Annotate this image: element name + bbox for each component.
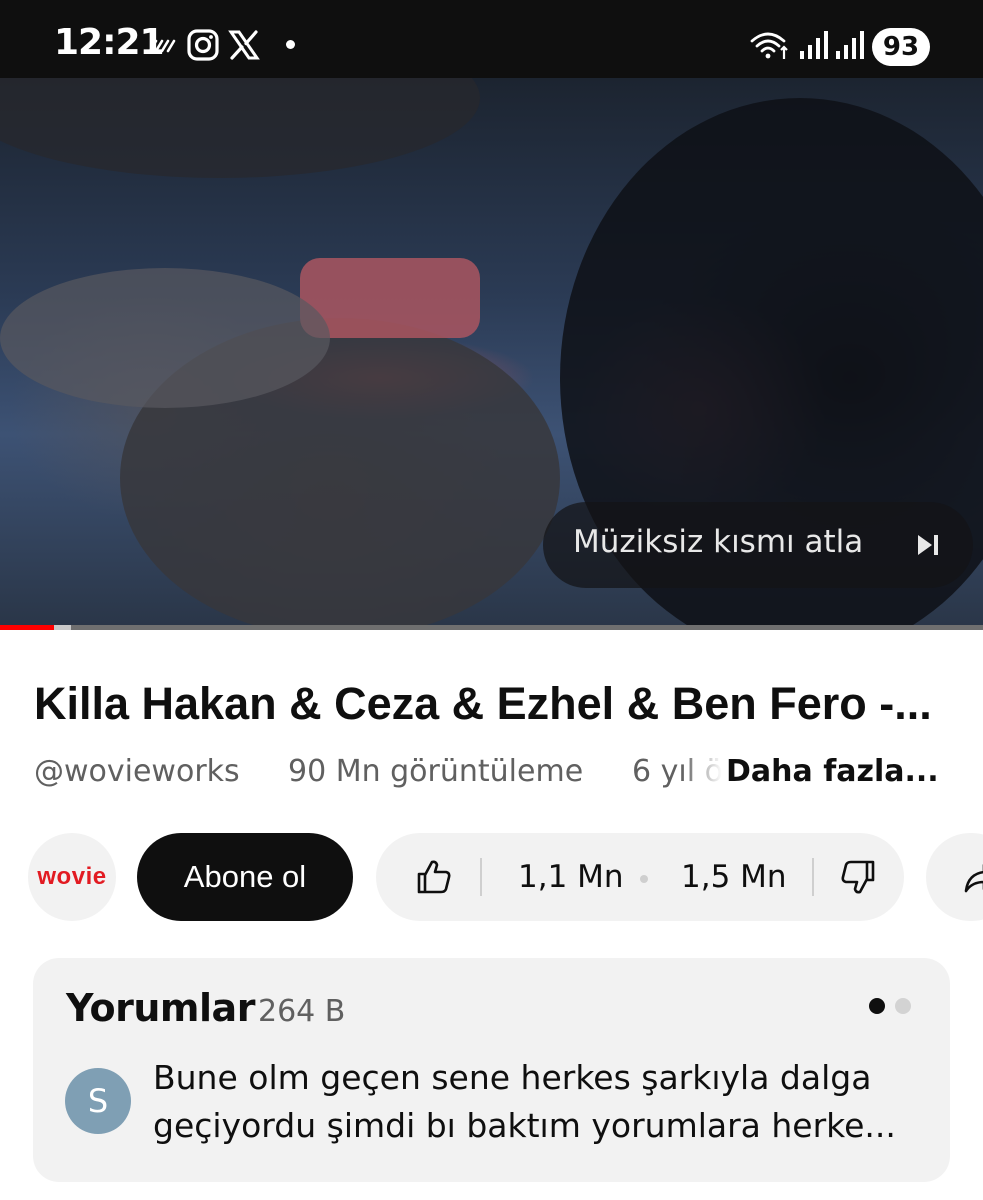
subscribe-button[interactable]: Abone ol — [137, 833, 353, 921]
instagram-icon — [187, 29, 219, 61]
signal-icon — [800, 31, 828, 59]
status-bar: 12:21 93 — [0, 0, 983, 78]
skip-non-music-button[interactable]: Müziksiz kısmı atla — [543, 502, 973, 588]
video-player[interactable]: Müziksiz kısmı atla — [0, 78, 983, 626]
comments-title: Yorumlar — [66, 986, 255, 1030]
separator-dot — [640, 875, 648, 883]
skip-button-label: Müziksiz kısmı atla — [573, 524, 864, 560]
battery-indicator: 93 — [872, 28, 930, 66]
share-icon — [964, 864, 983, 893]
like-dislike-group: 1,1 Mn 1,5 Mn — [376, 833, 904, 921]
upload-age: 6 yıl ö — [632, 754, 722, 789]
thumbs-up-icon[interactable] — [414, 857, 454, 897]
wifi-icon — [750, 32, 788, 59]
shortcut-icon — [148, 39, 176, 53]
comment-line: Bune olm geçen sene herkes şarkıyla dalg… — [153, 1058, 872, 1097]
notification-dot — [286, 40, 295, 49]
view-count: 90 Mn görüntüleme — [288, 754, 584, 789]
channel-handle: @wovieworks — [34, 754, 240, 789]
x-icon — [228, 30, 260, 60]
comment-line: geçiyordu şimdi bı baktım yorumlara herk… — [153, 1106, 896, 1145]
comments-count: 264 B — [258, 994, 346, 1029]
channel-logo-text: wovie — [37, 863, 107, 890]
video-meta-row[interactable]: @wovieworks 90 Mn görüntüleme 6 yıl ö Da… — [34, 754, 974, 802]
thumbs-down-icon[interactable] — [838, 857, 878, 897]
signal-icon — [836, 31, 864, 59]
comments-teaser[interactable]: Yorumlar 264 B S Bune olm geçen sene her… — [33, 958, 950, 1182]
divider — [812, 858, 814, 896]
skip-next-icon — [918, 535, 938, 555]
video-info-panel: Killa Hakan & Ceza & Ezhel & Ben Fero -.… — [0, 630, 983, 1200]
commenter-avatar: S — [65, 1068, 131, 1134]
video-title[interactable]: Killa Hakan & Ceza & Ezhel & Ben Fero -.… — [34, 678, 964, 730]
dislike-count[interactable]: 1,5 Mn — [681, 859, 787, 895]
pager-dot-active — [869, 998, 885, 1014]
divider — [480, 858, 482, 896]
pager-dot — [895, 998, 911, 1014]
channel-avatar[interactable]: wovie — [28, 833, 116, 921]
comment-text: Bune olm geçen sene herkes şarkıyla dalg… — [153, 1054, 923, 1150]
like-count[interactable]: 1,1 Mn — [518, 859, 624, 895]
share-button[interactable] — [926, 833, 983, 921]
more-description-link[interactable]: Daha fazla... — [726, 754, 939, 789]
